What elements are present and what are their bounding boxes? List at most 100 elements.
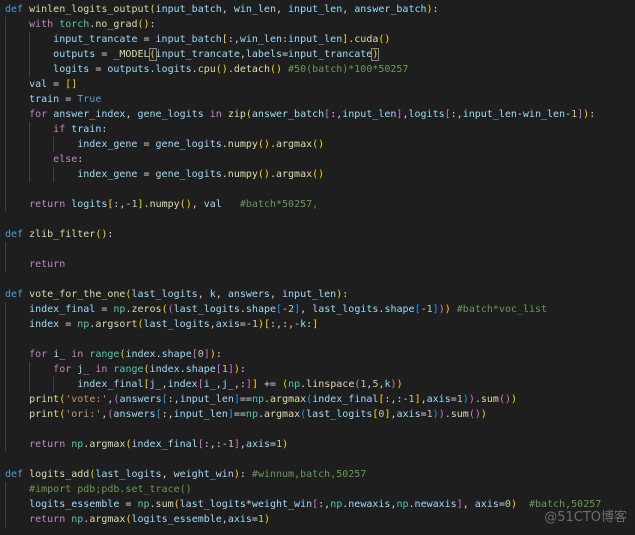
code-token: input_trancate [288, 49, 373, 60]
code-token: () [137, 19, 150, 30]
code-line[interactable]: def winlen_logits_output(input_batch, wi… [5, 2, 601, 17]
code-token: argmax [89, 514, 126, 525]
code-token: : [589, 109, 596, 120]
code-line[interactable]: for j_ in range(index.shape[1]): [5, 362, 601, 377]
code-token: j_ [77, 364, 90, 375]
code-token: True [77, 94, 102, 105]
code-token: :, [330, 109, 343, 120]
code-line[interactable]: else: [5, 152, 601, 167]
code-line[interactable]: with torch.no_grad(): [5, 17, 601, 32]
code-token: logits [53, 64, 90, 75]
code-token: gene_logits [137, 109, 204, 120]
code-token: zip [227, 109, 246, 120]
code-token: :, [227, 34, 240, 45]
code-line[interactable]: print('ori:',(answers[:,input_len]==np.a… [5, 407, 601, 422]
code-line[interactable]: def zlib_filter(): [5, 227, 601, 242]
code-token: :,:- [384, 394, 409, 405]
code-token: = [95, 304, 114, 315]
code-token: axis [215, 319, 240, 330]
code-token: range [113, 364, 144, 375]
code-token: () [257, 169, 270, 180]
code-line[interactable]: logits = outputs.logits.cpu().detach() #… [5, 62, 601, 77]
code-line[interactable]: def logits_add(last_logits, weight_win):… [5, 467, 601, 482]
code-line[interactable]: outputs = _MODEL(input_trancate,labels=i… [5, 47, 601, 62]
code-token: def [5, 289, 30, 300]
code-token: = [119, 499, 138, 510]
code-token: = [59, 319, 78, 330]
code-token: np [71, 439, 84, 450]
code-line[interactable]: index_final[j_,index[i_,j_,:]] += (np.li… [5, 377, 601, 392]
code-line[interactable] [5, 452, 601, 467]
code-line[interactable]: index = np.argsort(last_logits,axis=-1)[… [5, 317, 601, 332]
code-token: = [47, 79, 66, 90]
code-token: logits [155, 64, 192, 75]
indent-guide [5, 497, 6, 512]
code-line[interactable]: train = True [5, 92, 601, 107]
code-token: ) [371, 48, 380, 61]
code-line[interactable]: if train: [5, 122, 601, 137]
code-token: in [65, 349, 90, 360]
code-token: index [167, 379, 198, 390]
code-token: answers [113, 409, 156, 420]
code-line[interactable]: def vote_for_the_one(last_logits, k, ans… [5, 287, 601, 302]
indent-guide [5, 182, 6, 197]
code-token: : [149, 19, 156, 30]
code-token: win_len [239, 34, 282, 45]
code-token: () [257, 139, 270, 150]
code-token: vote_for_the_one [29, 289, 126, 300]
code-line[interactable]: print('vote:',(answers[:,input_len]==np.… [5, 392, 601, 407]
code-line[interactable]: #import pdb;pdb.set_trace() [5, 482, 601, 497]
code-line[interactable] [5, 332, 601, 347]
code-token: last_logits [312, 304, 379, 315]
indent-guide [5, 167, 6, 182]
code-token: = [95, 49, 114, 60]
code-line[interactable]: return np.argmax(index_final[:,:-1],axis… [5, 437, 601, 452]
indent-guide [29, 137, 31, 152]
indent-guide [53, 377, 55, 392]
code-token: index_gene [77, 169, 138, 180]
code-token: np [245, 409, 258, 420]
code-line[interactable]: index_final = np.zeros((last_logits.shap… [5, 302, 601, 317]
indent-guide [53, 137, 55, 152]
code-token: 'ori:' [65, 409, 102, 420]
code-token: _MODEL [113, 49, 150, 60]
code-line[interactable]: val = [] [5, 77, 601, 92]
code-line[interactable]: for i_ in range(index.shape[0]): [5, 347, 601, 362]
code-token: for [53, 364, 78, 375]
code-line[interactable] [5, 422, 601, 437]
code-token: logits_essemble [131, 514, 222, 525]
code-line[interactable] [5, 242, 601, 257]
code-line[interactable]: logits_essemble = np.sum(last_logits*wei… [5, 497, 601, 512]
code-token: input_trancate [53, 34, 138, 45]
code-token: :, [167, 394, 180, 405]
code-line[interactable]: index_gene = gene_logits.numpy().argmax(… [5, 167, 601, 182]
indent-guide [5, 317, 6, 332]
code-line[interactable]: index_gene = gene_logits.numpy().argmax(… [5, 137, 601, 152]
code-line[interactable]: for answer_index, gene_logits in zip(ans… [5, 107, 601, 122]
code-line[interactable] [5, 272, 601, 287]
code-line[interactable]: return logits[:,-1].numpy(), val #batch*… [5, 197, 601, 212]
code-line[interactable]: return np.argmax(logits_essemble,axis=1) [5, 512, 601, 527]
indent-guide [5, 152, 6, 167]
code-line[interactable] [5, 182, 601, 197]
code-token: input_len [288, 34, 343, 45]
code-token: np [77, 319, 90, 330]
code-token: == [233, 409, 246, 420]
code-token: last_logits [179, 499, 246, 510]
code-token: shape [384, 304, 415, 315]
code-line[interactable] [5, 212, 601, 227]
code-token: , [462, 499, 475, 510]
indent-guide [29, 362, 31, 377]
code-line[interactable]: input_trancate = input_batch[:,win_len:i… [5, 32, 601, 47]
code-editor[interactable]: def winlen_logits_output(input_batch, wi… [5, 2, 601, 527]
code-token: ) [480, 409, 487, 420]
code-line[interactable]: return [5, 257, 601, 272]
